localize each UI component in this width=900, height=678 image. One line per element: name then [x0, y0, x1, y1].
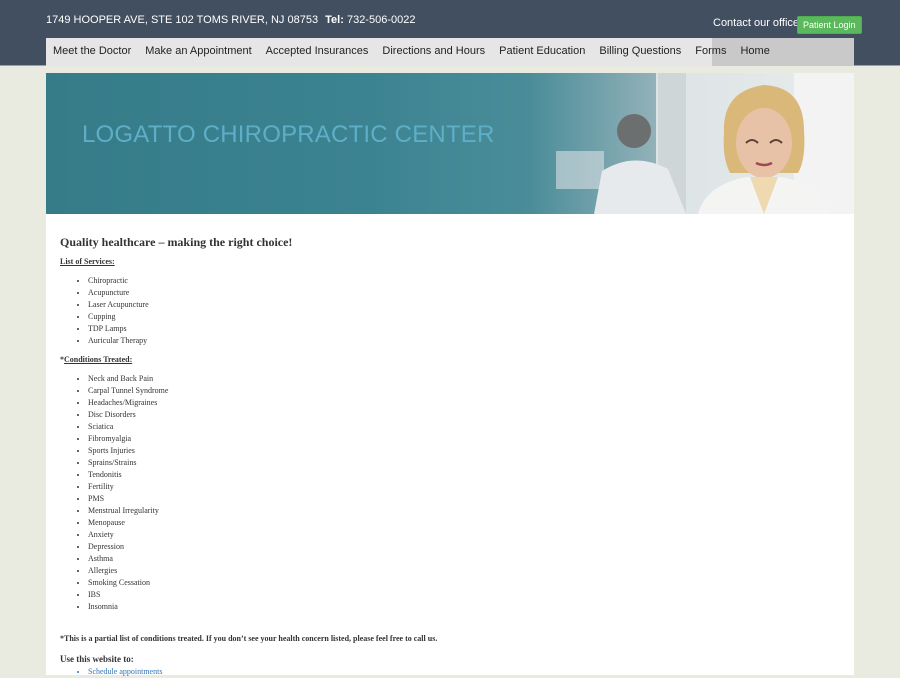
main-navigation: Meet the Doctor Make an Appointment Acce… — [46, 38, 854, 66]
nav-menu: Meet the Doctor Make an Appointment Acce… — [46, 38, 770, 66]
conditions-label-text: Conditions Treated: — [64, 355, 133, 364]
list-item: IBS — [88, 589, 168, 601]
main-content: Quality healthcare – making the right ch… — [46, 214, 854, 678]
list-item: Cupping — [88, 311, 149, 323]
list-item: PMS — [88, 493, 168, 505]
partial-list-note: *This is a partial list of conditions tr… — [60, 634, 438, 643]
nav-billing-questions[interactable]: Billing Questions — [592, 38, 688, 66]
list-item: Neck and Back Pain — [88, 373, 168, 385]
list-item: Laser Acupuncture — [88, 299, 149, 311]
list-item: Auricular Therapy — [88, 335, 149, 347]
list-item: Carpal Tunnel Syndrome — [88, 385, 168, 397]
list-item: Smoking Cessation — [88, 577, 168, 589]
list-item: Sprains/Strains — [88, 457, 168, 469]
website-uses-list: Schedule appointments — [74, 666, 162, 678]
nav-make-appointment[interactable]: Make an Appointment — [138, 38, 258, 66]
list-item: Fibromyalgia — [88, 433, 168, 445]
contact-office-link[interactable]: Contact our office — [713, 17, 799, 29]
nav-patient-education[interactable]: Patient Education — [492, 38, 592, 66]
nav-meet-the-doctor[interactable]: Meet the Doctor — [46, 38, 138, 66]
nav-directions-hours[interactable]: Directions and Hours — [375, 38, 492, 66]
tel-number[interactable]: 732-506-0022 — [347, 14, 416, 26]
nav-accepted-insurances[interactable]: Accepted Insurances — [259, 38, 376, 66]
list-item: Headaches/Migraines — [88, 397, 168, 409]
list-item: Depression — [88, 541, 168, 553]
hero-banner: LOGATTO CHIROPRACTIC CENTER — [46, 73, 854, 214]
list-item: Asthma — [88, 553, 168, 565]
nav-forms[interactable]: Forms — [688, 38, 733, 66]
page-heading: Quality healthcare – making the right ch… — [60, 235, 293, 249]
list-item: Menopause — [88, 517, 168, 529]
list-item: TDP Lamps — [88, 323, 149, 335]
list-item: Sciatica — [88, 421, 168, 433]
conditions-label: *Conditions Treated: — [60, 355, 132, 364]
conditions-list: Neck and Back Pain Carpal Tunnel Syndrom… — [74, 373, 168, 613]
list-item: Anxiety — [88, 529, 168, 541]
nav-home[interactable]: Home — [733, 38, 776, 66]
patient-login-button[interactable]: Patient Login — [797, 16, 862, 34]
office-address: 1749 HOOPER AVE, STE 102 TOMS RIVER, NJ … — [46, 14, 415, 26]
list-item: Allergies — [88, 565, 168, 577]
list-item: Menstrual Irregularity — [88, 505, 168, 517]
practice-title: LOGATTO CHIROPRACTIC CENTER — [82, 121, 495, 148]
services-label-text: List of Services: — [60, 257, 115, 266]
use-website-label: Use this website to: — [60, 654, 134, 664]
list-item: Chiropractic — [88, 275, 149, 287]
services-label: List of Services: — [60, 257, 115, 266]
services-list: Chiropractic Acupuncture Laser Acupunctu… — [74, 275, 149, 347]
list-item: Disc Disorders — [88, 409, 168, 421]
list-item: Fertility — [88, 481, 168, 493]
list-item: Insomnia — [88, 601, 168, 613]
tel-label: Tel: — [325, 14, 344, 26]
list-item: Sports Injuries — [88, 445, 168, 457]
address-text: 1749 HOOPER AVE, STE 102 TOMS RIVER, NJ … — [46, 14, 319, 26]
schedule-appointments-link[interactable]: Schedule appointments — [88, 666, 162, 678]
list-item: Tendonitis — [88, 469, 168, 481]
list-item: Acupuncture — [88, 287, 149, 299]
